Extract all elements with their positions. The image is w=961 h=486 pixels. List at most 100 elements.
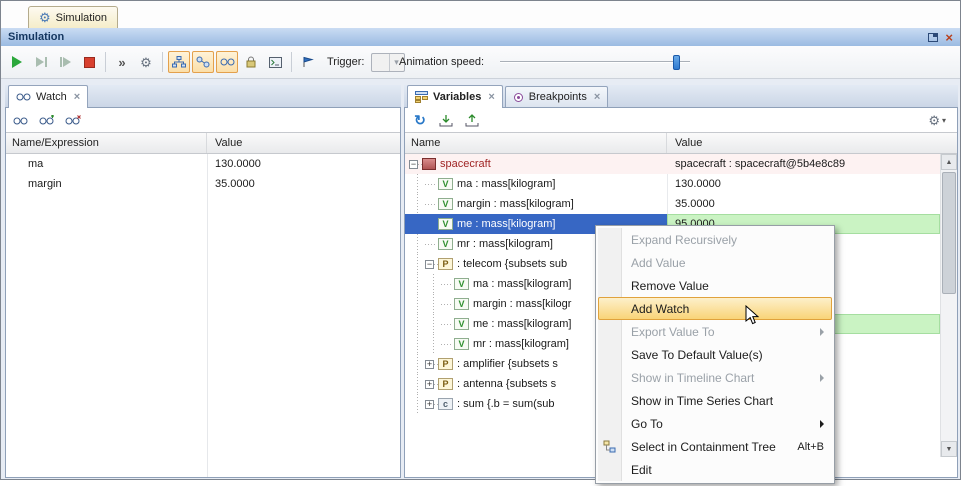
context-menu-item[interactable]: Show in Time Series Chart xyxy=(598,389,832,412)
constraint-property-icon: c xyxy=(438,398,453,410)
tree-guide-line xyxy=(409,194,425,214)
tab-variables[interactable]: Variables × xyxy=(407,85,503,108)
save-value-button[interactable] xyxy=(462,111,482,129)
value-property-icon: V xyxy=(438,198,453,210)
tree-node-label: margin : mass[kilogram] xyxy=(457,194,574,214)
trigger-button[interactable] xyxy=(297,51,319,73)
vertical-scrollbar[interactable]: ▲ ▼ xyxy=(940,154,957,457)
menu-item-label: Go To xyxy=(631,417,663,431)
column-header-value[interactable]: Value xyxy=(207,133,400,153)
column-header-name-expression[interactable]: Name/Expression xyxy=(6,133,207,153)
close-tab-icon[interactable]: × xyxy=(74,92,80,103)
close-window-icon[interactable]: × xyxy=(945,31,953,44)
animation-speed-slider-handle[interactable] xyxy=(673,55,680,70)
export-value-button[interactable] xyxy=(436,111,456,129)
step-icon xyxy=(36,57,44,67)
toolbar-separator xyxy=(162,52,163,72)
watch-name-cell: margin xyxy=(6,178,207,190)
tree-node-label: : antenna {subsets s xyxy=(457,374,556,394)
animation-speed-slider[interactable] xyxy=(500,53,690,71)
menu-item-label: Show in Timeline Chart xyxy=(631,371,754,385)
column-header-value[interactable]: Value xyxy=(667,133,957,153)
tree-guide-line xyxy=(409,394,425,414)
tree-expander[interactable]: − xyxy=(409,160,418,169)
terminate-button[interactable] xyxy=(78,51,100,73)
tree-row[interactable]: Vmargin : mass[kilogram]35.0000 xyxy=(405,194,940,214)
context-menu-item[interactable]: Select in Containment TreeAlt+B xyxy=(598,435,832,458)
add-watch-button[interactable] xyxy=(11,111,31,129)
context-menu-item[interactable]: Edit xyxy=(598,458,832,481)
variables-toolbar: ↻ ⚙ ▾ xyxy=(405,108,957,132)
gear-icon: ⚙ xyxy=(928,114,940,127)
tree-node-label: spacecraft xyxy=(440,154,491,174)
play-icon xyxy=(12,56,22,68)
scroll-thumb[interactable] xyxy=(942,172,956,294)
context-menu-item[interactable]: Save To Default Value(s) xyxy=(598,343,832,366)
context-menu-item[interactable]: Add Watch xyxy=(598,297,832,320)
tree-node-label: margin : mass[kilogr xyxy=(473,294,571,314)
context-menu-item[interactable]: Remove Value xyxy=(598,274,832,297)
close-tab-icon[interactable]: × xyxy=(594,92,600,103)
menu-item-label: Remove Value xyxy=(631,279,709,293)
tree-guide-line xyxy=(409,334,425,354)
simulation-options-button[interactable]: ⚙ xyxy=(135,51,157,73)
tree-node-label: : telecom {subsets sub xyxy=(457,254,567,274)
tree-node-label: ma : mass[kilogram] xyxy=(473,274,571,294)
scroll-up-button[interactable]: ▲ xyxy=(941,154,957,170)
show-runtime-values-toggle[interactable] xyxy=(216,51,238,73)
tree-stub-line xyxy=(441,314,454,334)
lock-button[interactable] xyxy=(240,51,262,73)
tree-guide-line xyxy=(425,274,441,294)
menu-item-label: Expand Recursively xyxy=(631,233,737,247)
tree-expander[interactable]: + xyxy=(425,400,434,409)
tree-stub-line xyxy=(441,294,454,314)
menu-item-label: Edit xyxy=(631,463,652,477)
tree-row[interactable]: − spacecraft spacecraft : spacecraft@5b4e8… xyxy=(405,154,940,174)
linked-values-icon xyxy=(220,57,235,67)
tree-guide-line xyxy=(425,334,441,354)
tree-row[interactable]: Vma : mass[kilogram]130.0000 xyxy=(405,174,940,194)
tree-guide-line xyxy=(409,234,425,254)
save-tray-icon xyxy=(465,114,479,127)
glasses-icon xyxy=(13,115,29,126)
lock-icon xyxy=(245,56,257,68)
run-button[interactable] xyxy=(6,51,28,73)
tab-simulation[interactable]: ⚙ Simulation xyxy=(28,6,118,28)
close-tab-icon[interactable]: × xyxy=(488,92,494,103)
refresh-button[interactable]: ↻ xyxy=(410,111,430,129)
tree-expander[interactable]: + xyxy=(425,360,434,369)
tree-expander[interactable]: − xyxy=(425,260,434,269)
animate-diagrams-toggle[interactable] xyxy=(168,51,190,73)
remove-watch-button[interactable] xyxy=(63,111,83,129)
context-menu-item: Add Value xyxy=(598,251,832,274)
watch-row[interactable]: ma130.0000 xyxy=(6,154,400,174)
tree-expander[interactable]: + xyxy=(425,380,434,389)
watch-row[interactable]: margin35.0000 xyxy=(6,174,400,194)
scroll-down-button[interactable]: ▼ xyxy=(941,441,957,457)
tree-guide-line xyxy=(409,314,425,334)
mouse-cursor xyxy=(745,305,759,325)
tab-watch[interactable]: Watch × xyxy=(8,85,88,108)
part-property-icon: P xyxy=(438,258,453,270)
toolbar-overflow-button[interactable]: » xyxy=(111,51,133,73)
simulation-tab-icon: ⚙ xyxy=(39,11,51,24)
add-watch-expression-button[interactable] xyxy=(37,111,57,129)
context-menu-item[interactable]: Go To xyxy=(598,412,832,435)
tab-breakpoints[interactable]: Breakpoints × xyxy=(505,86,609,107)
console-button[interactable] xyxy=(264,51,286,73)
variables-tabstrip: Variables × Breakpoints × xyxy=(404,85,958,108)
tree-guide-line xyxy=(409,174,425,194)
column-header-name[interactable]: Name xyxy=(405,133,667,153)
float-window-icon[interactable] xyxy=(928,33,938,42)
tree-stub-line xyxy=(441,274,454,294)
submenu-arrow-icon xyxy=(820,420,824,428)
window-title: Simulation xyxy=(8,31,64,43)
show-active-states-toggle[interactable] xyxy=(192,51,214,73)
tree-stub-line xyxy=(425,194,438,214)
tree-value-cell: spacecraft : spacecraft@5b4e8c89 xyxy=(667,154,940,174)
context-menu-item: Expand Recursively xyxy=(598,228,832,251)
table-options-button[interactable]: ⚙ ▾ xyxy=(928,114,952,127)
submenu-arrow-icon xyxy=(820,374,824,382)
panel-titlebar[interactable]: Simulation × xyxy=(1,28,960,46)
value-property-icon: V xyxy=(438,218,453,230)
